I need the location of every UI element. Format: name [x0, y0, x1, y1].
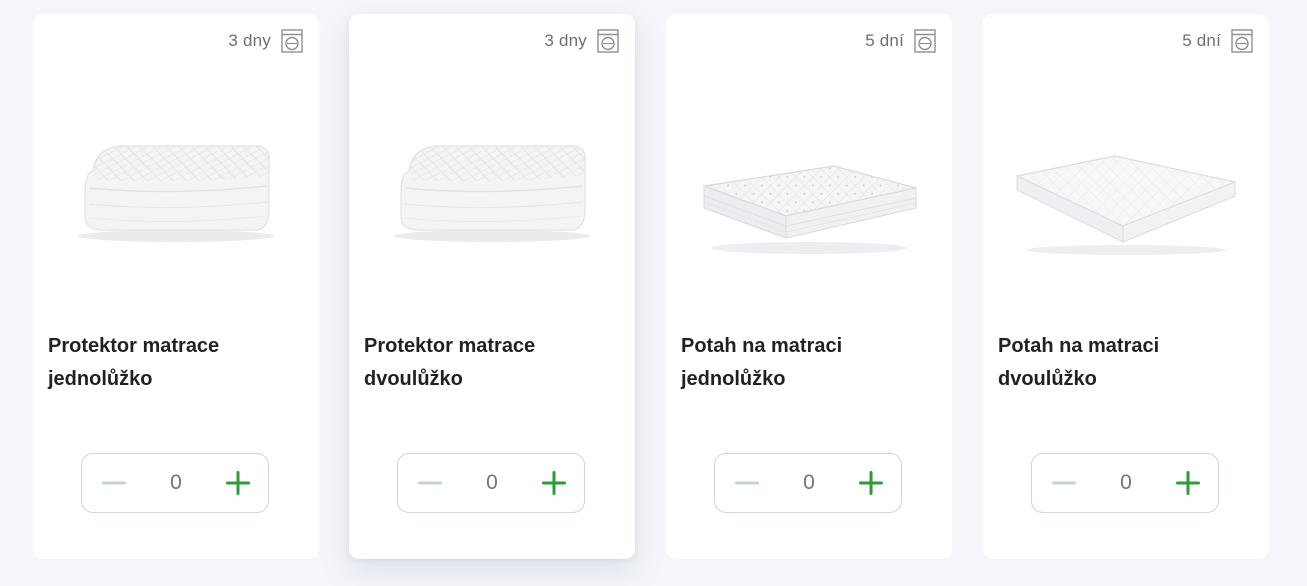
wash-time: 3 dny: [228, 28, 303, 54]
quantity-stepper: 0: [714, 453, 902, 513]
product-title-line2: dvoulůžko: [364, 368, 463, 390]
increment-button[interactable]: [538, 467, 570, 499]
decrement-button[interactable]: [731, 467, 763, 499]
increment-button[interactable]: [1172, 467, 1204, 499]
product-image[interactable]: [681, 66, 937, 316]
product-card[interactable]: 5 dní Potah na matraci jednolůžko 0: [666, 14, 952, 559]
decrement-button[interactable]: [98, 467, 130, 499]
mattress-image: [703, 165, 917, 254]
increment-button[interactable]: [855, 467, 887, 499]
wash-time-label: 5 dní: [865, 31, 904, 50]
product-title-line1: Protektor matrace: [364, 335, 536, 357]
quantity-stepper: 0: [1031, 453, 1219, 513]
product-card[interactable]: 3 dny: [349, 14, 635, 559]
wash-time-label: 5 dní: [1182, 31, 1221, 50]
increment-button[interactable]: [222, 467, 254, 499]
product-title: Potah na matraci jednolůžko: [681, 330, 931, 396]
quantity-value[interactable]: 0: [779, 471, 839, 495]
minus-icon: [418, 481, 442, 485]
product-title-line1: Potah na matraci: [681, 335, 843, 357]
product-image[interactable]: [48, 66, 304, 316]
plus-icon: [542, 471, 566, 495]
product-title-line2: jednolůžko: [48, 368, 153, 390]
quantity-value[interactable]: 0: [462, 471, 522, 495]
washing-machine-icon: [597, 29, 619, 53]
product-card[interactable]: 5 dní Potah na matraci dvoulůžko 0: [983, 14, 1269, 559]
quantity-value[interactable]: 0: [146, 471, 206, 495]
product-title-line2: dvoulůžko: [998, 368, 1097, 390]
mattress-image: [1015, 155, 1238, 255]
decrement-button[interactable]: [1048, 467, 1080, 499]
mattress-protector-image: [78, 145, 274, 242]
product-title: Protektor matrace dvoulůžko: [364, 330, 614, 396]
minus-icon: [735, 481, 759, 485]
product-title-line2: jednolůžko: [681, 368, 786, 390]
wash-time-label: 3 dny: [544, 31, 587, 50]
minus-icon: [1052, 481, 1076, 485]
product-title-line1: Protektor matrace: [48, 335, 220, 357]
wash-time: 5 dní: [865, 28, 936, 54]
mattress-protector-image: [394, 145, 590, 242]
product-grid: 3 dny Protektor matrace jednolůžko 0 3 d…: [0, 0, 1307, 586]
product-image[interactable]: [998, 66, 1254, 316]
wash-time: 5 dní: [1182, 28, 1253, 54]
product-title: Protektor matrace jednolůžko: [48, 330, 298, 396]
washing-machine-icon: [281, 29, 303, 53]
minus-icon: [102, 481, 126, 485]
quantity-stepper: 0: [397, 453, 585, 513]
washing-machine-icon: [914, 29, 936, 53]
wash-time-label: 3 dny: [228, 31, 271, 50]
wash-time: 3 dny: [544, 28, 619, 54]
product-title-line1: Potah na matraci: [998, 335, 1160, 357]
product-card[interactable]: 3 dny: [33, 14, 319, 559]
decrement-button[interactable]: [414, 467, 446, 499]
washing-machine-icon: [1231, 29, 1253, 53]
plus-icon: [859, 471, 883, 495]
plus-icon: [226, 471, 250, 495]
product-image[interactable]: [364, 66, 620, 316]
quantity-value[interactable]: 0: [1096, 471, 1156, 495]
plus-icon: [1176, 471, 1200, 495]
product-title: Potah na matraci dvoulůžko: [998, 330, 1248, 396]
quantity-stepper: 0: [81, 453, 269, 513]
